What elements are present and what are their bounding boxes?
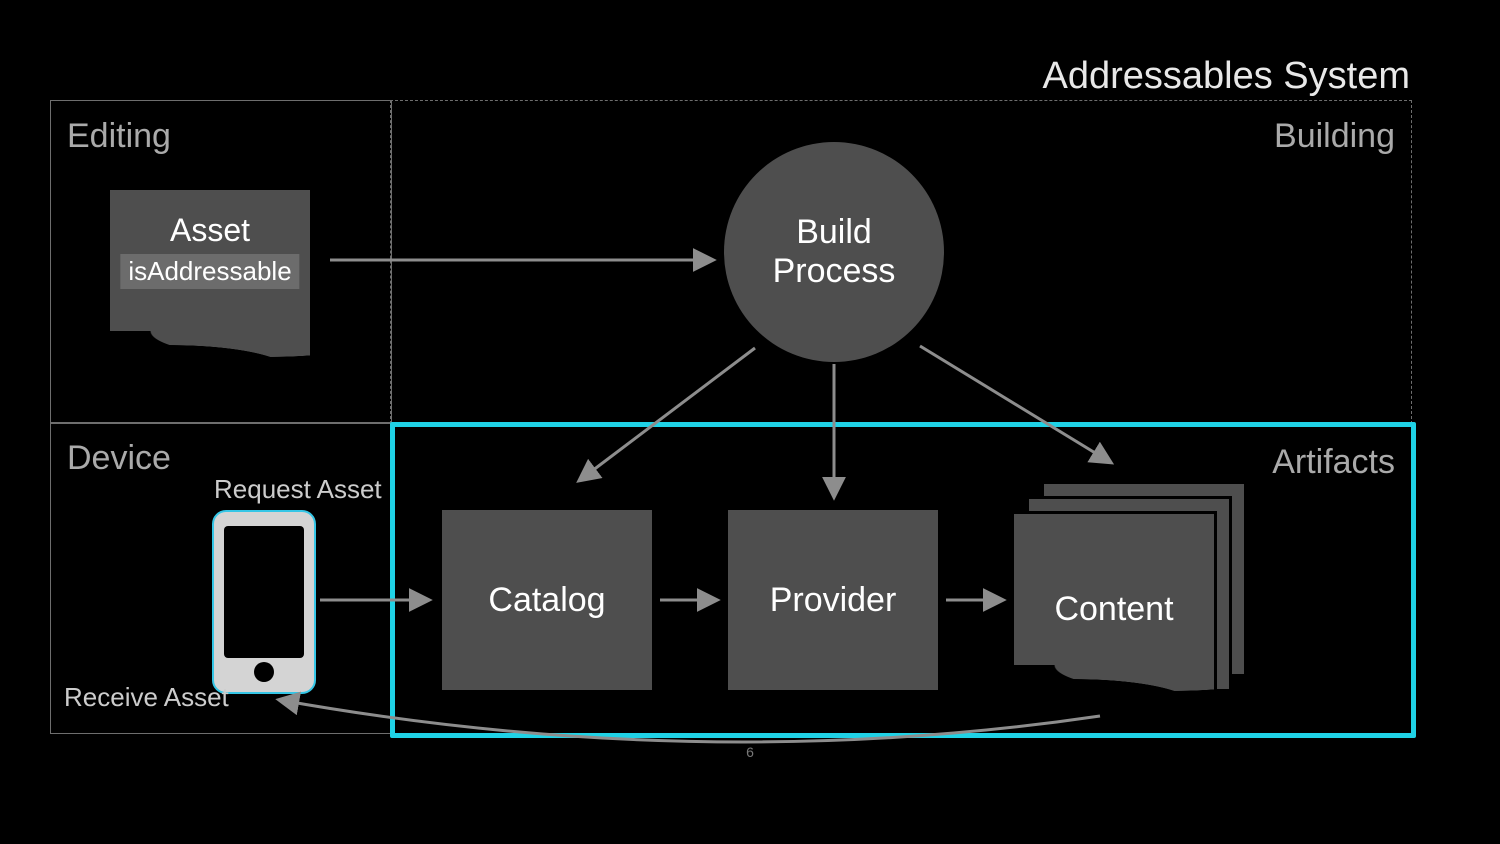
build-process-node: Build Process — [724, 142, 944, 362]
phone-icon — [212, 510, 316, 694]
content-label: Content — [1054, 590, 1173, 629]
receive-asset-label: Receive Asset — [64, 682, 229, 713]
catalog-label: Catalog — [488, 581, 605, 620]
build-line2: Process — [773, 252, 896, 291]
asset-title: Asset — [110, 212, 310, 249]
panel-artifacts-label: Artifacts — [1272, 443, 1395, 482]
panel-device-label: Device — [67, 439, 171, 478]
provider-label: Provider — [770, 581, 897, 620]
provider-box: Provider — [728, 510, 938, 690]
catalog-box: Catalog — [442, 510, 652, 690]
asset-document-icon: Asset isAddressable — [110, 190, 310, 370]
panel-building-label: Building — [1274, 117, 1395, 156]
asset-tag: isAddressable — [120, 254, 299, 289]
request-asset-label: Request Asset — [214, 474, 382, 505]
panel-editing-label: Editing — [67, 117, 171, 156]
diagram-stage: Addressables System Editing Building Dev… — [0, 0, 1500, 844]
build-line1: Build — [796, 213, 872, 252]
page-number: 6 — [746, 744, 754, 760]
diagram-title: Addressables System — [1043, 55, 1411, 98]
